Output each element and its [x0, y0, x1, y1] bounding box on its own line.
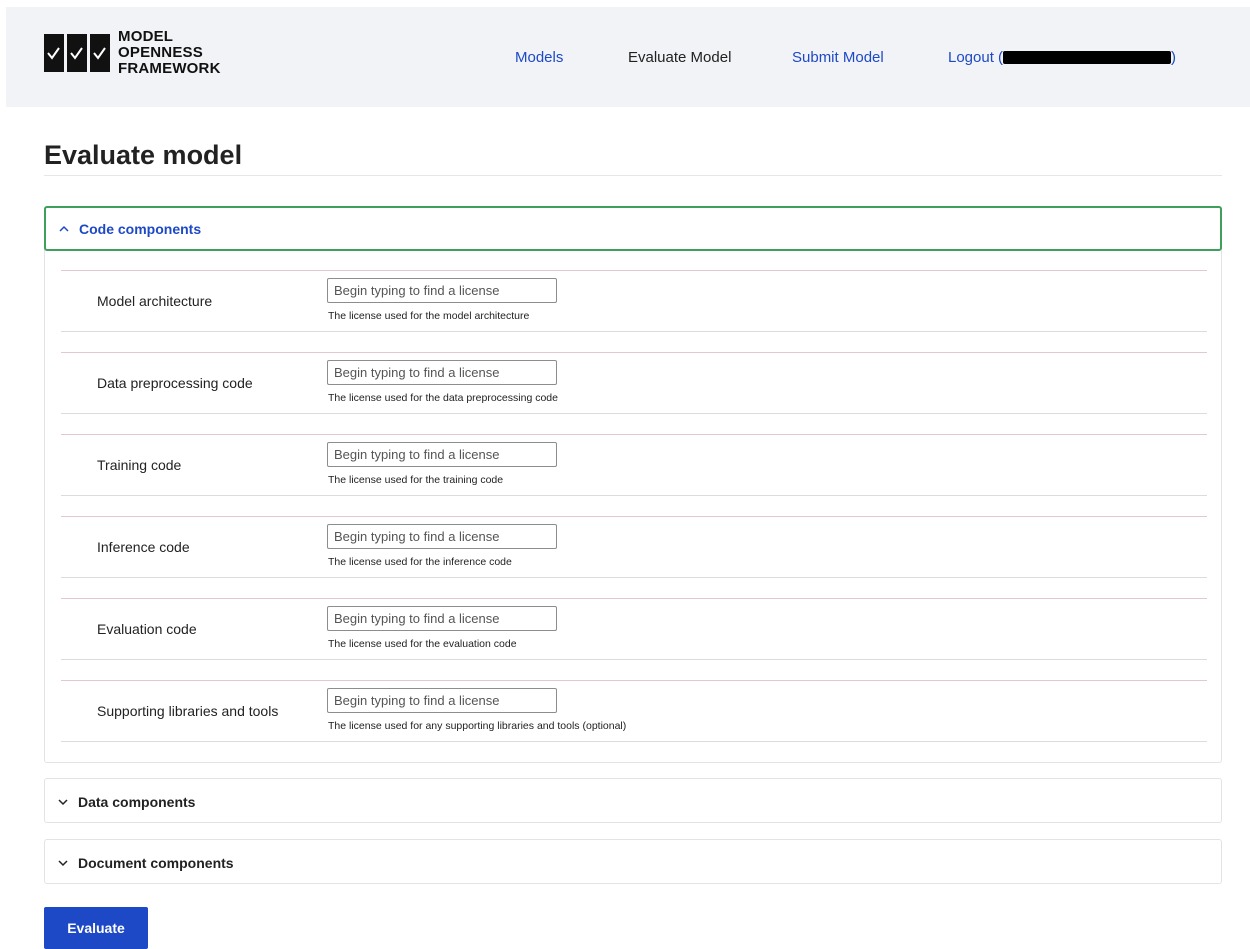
chevron-up-icon — [59, 225, 69, 232]
data-components-section: Data components — [44, 778, 1222, 823]
logo-line-3: FRAMEWORK — [118, 60, 221, 77]
logo-line-1: MODEL — [118, 28, 174, 45]
chevron-down-icon — [58, 859, 68, 866]
code-components-toggle[interactable]: Code components — [44, 206, 1222, 251]
logo-line-2: OPENNESS — [118, 44, 203, 61]
nav-models-link[interactable]: Models — [515, 49, 563, 66]
field-help-text: The license used for any supporting libr… — [328, 720, 627, 732]
site-logo[interactable]: MODEL OPENNESS FRAMEWORK — [44, 29, 221, 77]
field-label: Inference code — [97, 539, 190, 555]
logout-close-paren: ) — [1171, 48, 1177, 66]
field-label: Data preprocessing code — [97, 375, 253, 391]
model-architecture-license-input[interactable] — [327, 278, 557, 303]
data-components-label: Data components — [78, 793, 196, 810]
field-row: Data preprocessing code The license used… — [61, 352, 1207, 414]
field-row: Supporting libraries and tools The licen… — [61, 680, 1207, 742]
inference-code-license-input[interactable] — [327, 524, 557, 549]
field-label: Evaluation code — [97, 621, 197, 637]
field-row: Inference code The license used for the … — [61, 516, 1207, 578]
code-components-section: Code components Model architecture The l… — [44, 206, 1222, 763]
field-label: Training code — [97, 457, 182, 473]
data-preprocessing-license-input[interactable] — [327, 360, 557, 385]
document-components-label: Document components — [78, 854, 234, 871]
logo-mark-icon — [44, 34, 110, 72]
supporting-libraries-license-input[interactable] — [327, 688, 557, 713]
training-code-license-input[interactable] — [327, 442, 557, 467]
chevron-down-icon — [58, 798, 68, 805]
document-components-section: Document components — [44, 839, 1222, 884]
code-components-label: Code components — [79, 220, 202, 237]
site-header: MODEL OPENNESS FRAMEWORK Models Evaluate… — [6, 7, 1250, 107]
logo-wordmark: MODEL OPENNESS FRAMEWORK — [118, 29, 221, 77]
field-help-text: The license used for the model architect… — [328, 310, 530, 322]
field-row: Model architecture The license used for … — [61, 270, 1207, 332]
field-row: Training code The license used for the t… — [61, 434, 1207, 496]
document-components-toggle[interactable]: Document components — [45, 840, 1221, 885]
field-help-text: The license used for the inference code — [328, 556, 512, 568]
field-help-text: The license used for the training code — [328, 474, 504, 486]
field-help-text: The license used for the evaluation code — [328, 638, 517, 650]
field-row: Evaluation code The license used for the… — [61, 598, 1207, 660]
logout-label: Logout ( — [948, 48, 1004, 66]
nav-submit-link[interactable]: Submit Model — [792, 49, 884, 66]
page-title: Evaluate model — [44, 140, 243, 170]
nav-logout-link[interactable]: Logout () — [948, 49, 1176, 66]
nav-evaluate-link[interactable]: Evaluate Model — [628, 49, 731, 66]
field-label: Model architecture — [97, 293, 213, 309]
redacted-email — [1003, 51, 1172, 65]
title-divider — [44, 175, 1222, 176]
evaluation-code-license-input[interactable] — [327, 606, 557, 631]
field-help-text: The license used for the data preprocess… — [328, 392, 558, 404]
field-label: Supporting libraries and tools — [97, 703, 279, 719]
evaluate-button[interactable]: Evaluate — [44, 907, 148, 949]
data-components-toggle[interactable]: Data components — [45, 779, 1221, 824]
